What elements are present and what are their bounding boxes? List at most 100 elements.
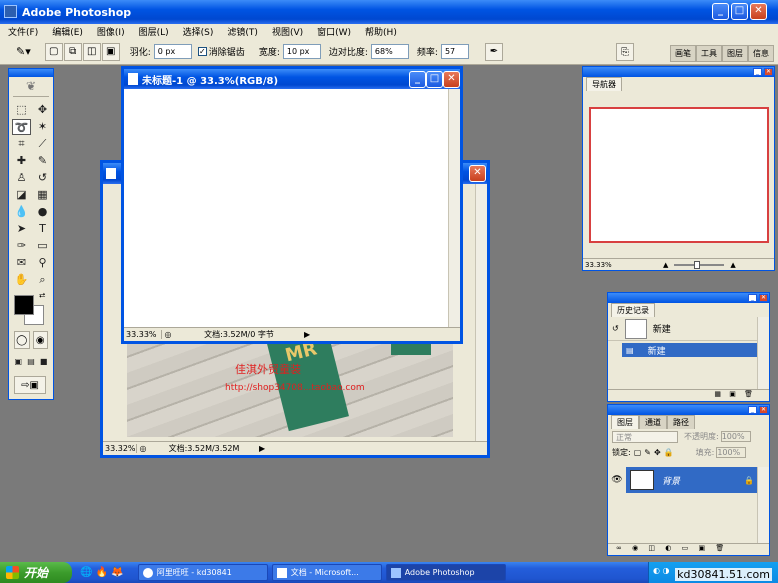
restore-button[interactable]: □ xyxy=(731,3,748,20)
subtract-selection-icon[interactable]: ◫ xyxy=(82,42,101,61)
notes-tool-icon[interactable]: ✉ xyxy=(12,255,31,271)
healing-brush-tool-icon[interactable]: ✚ xyxy=(12,153,31,169)
toolbox-header[interactable] xyxy=(9,69,53,77)
swap-colors-icon[interactable]: ⮂ xyxy=(39,291,45,301)
layer-visibility-eye-icon[interactable]: 👁 xyxy=(608,467,626,493)
history-brush-tool-icon[interactable]: ↺ xyxy=(33,170,52,186)
back-doc-close-button[interactable]: ✕ xyxy=(469,165,486,182)
lock-transparency-icon[interactable]: ▢ xyxy=(634,448,642,457)
file-browser-icon[interactable]: ⎘ xyxy=(616,43,634,61)
back-doc-zoom[interactable]: 33.32% xyxy=(103,444,137,453)
layers-panel-header[interactable]: _ ✕ xyxy=(608,405,769,415)
tray-icons[interactable]: ◐ ◑ xyxy=(653,566,670,575)
tab-layers[interactable]: 图层 xyxy=(611,415,639,429)
menu-file[interactable]: 文件(F) xyxy=(8,25,38,38)
navigator-preview[interactable] xyxy=(589,107,769,243)
layers-scrollbar[interactable] xyxy=(757,467,769,543)
path-selection-tool-icon[interactable]: ➤ xyxy=(12,221,31,237)
standard-mode-icon[interactable]: ◯ xyxy=(14,331,30,349)
back-doc-vertical-scrollbar[interactable] xyxy=(475,184,487,441)
front-doc-close-button[interactable]: ✕ xyxy=(443,71,460,88)
opacity-input[interactable]: 100% xyxy=(720,431,751,442)
brush-tool-icon[interactable]: ✎ xyxy=(33,153,52,169)
front-doc-title-bar[interactable]: 未标题-1 @ 33.3%(RGB/8) _ □ ✕ xyxy=(124,69,460,89)
layers-minimize-icon[interactable]: _ xyxy=(748,406,757,414)
history-scrollbar[interactable] xyxy=(757,317,769,389)
tab-history[interactable]: 历史记录 xyxy=(611,303,655,317)
zoom-tool-icon[interactable]: ⌕ xyxy=(33,272,52,288)
menu-layer[interactable]: 图层(L) xyxy=(139,25,169,38)
clone-stamp-tool-icon[interactable]: ♙ xyxy=(12,170,31,186)
menu-help[interactable]: 帮助(H) xyxy=(365,25,397,38)
zoom-out-icon[interactable]: ▲ xyxy=(663,261,668,269)
tool-preset-picker[interactable]: ✎▾ xyxy=(16,45,31,58)
gradient-tool-icon[interactable]: ▦ xyxy=(33,187,52,203)
well-tab-info[interactable]: 信息 xyxy=(748,45,774,62)
move-tool-icon[interactable]: ✥ xyxy=(33,102,52,118)
zoom-slider[interactable] xyxy=(674,260,725,269)
create-document-icon[interactable]: ▦ xyxy=(714,390,721,398)
menu-view[interactable]: 视图(V) xyxy=(272,25,303,38)
history-minimize-icon[interactable]: _ xyxy=(748,294,757,302)
close-button[interactable]: ✕ xyxy=(750,3,767,20)
front-doc-minimize-button[interactable]: _ xyxy=(409,71,426,88)
screen-mode-standard-icon[interactable]: ▣ xyxy=(13,354,24,370)
shape-tool-icon[interactable]: ▭ xyxy=(33,238,52,254)
magnetic-lasso-tool-icon[interactable]: ➰ xyxy=(12,119,31,135)
new-fill-layer-icon[interactable]: ◐ xyxy=(665,544,671,552)
history-panel-header[interactable]: _ ✕ xyxy=(608,293,769,303)
start-button[interactable]: 开始 xyxy=(0,562,72,583)
lock-position-icon[interactable]: ✥ xyxy=(654,448,661,457)
delete-layer-icon[interactable]: 🗑 xyxy=(715,544,724,552)
contrast-input[interactable]: 68% xyxy=(370,44,409,59)
new-snapshot-icon[interactable]: ▣ xyxy=(729,390,736,398)
task-photoshop[interactable]: Adobe Photoshop xyxy=(385,564,506,581)
foreground-color-swatch[interactable] xyxy=(14,295,34,315)
magic-wand-tool-icon[interactable]: ✶ xyxy=(33,119,52,135)
menu-image[interactable]: 图像(I) xyxy=(97,25,125,38)
new-group-icon[interactable]: ▭ xyxy=(682,544,689,552)
eyedropper-tool-icon[interactable]: ⚲ xyxy=(33,255,52,271)
layer-style-icon[interactable]: ◉ xyxy=(632,544,638,552)
history-state-row[interactable]: ▤ 新建 xyxy=(622,343,758,357)
front-doc-vertical-scrollbar[interactable] xyxy=(448,89,460,327)
menu-select[interactable]: 选择(S) xyxy=(183,25,214,38)
stylus-pressure-icon[interactable]: ✒ xyxy=(484,42,503,61)
navigator-close-icon[interactable]: ✕ xyxy=(764,68,773,76)
task-word-document[interactable]: 文档 - Microsoft... xyxy=(271,564,382,581)
front-doc-status-icon[interactable]: ◎ xyxy=(162,330,174,339)
type-tool-icon[interactable]: T xyxy=(33,221,52,237)
back-doc-status-menu-arrow[interactable]: ▶ xyxy=(259,444,265,453)
lock-pixels-icon[interactable]: ✎ xyxy=(644,448,651,457)
fill-input[interactable]: 100% xyxy=(716,446,747,458)
menu-edit[interactable]: 编辑(E) xyxy=(52,25,83,38)
zoom-in-icon[interactable]: ▲ xyxy=(730,261,735,269)
link-layers-icon[interactable]: ∞ xyxy=(616,544,622,552)
navigator-minimize-icon[interactable]: _ xyxy=(753,68,762,76)
antialias-checkbox[interactable]: ✓ xyxy=(197,47,207,56)
quick-mask-icon[interactable]: ◉ xyxy=(32,331,48,349)
history-brush-source-icon[interactable]: ↺ xyxy=(612,324,619,333)
layers-close-icon[interactable]: ✕ xyxy=(759,406,768,414)
task-aliwangwang[interactable]: 阿里旺旺 - kd30841 xyxy=(137,564,268,581)
navigator-zoom-value[interactable]: 33.33% xyxy=(583,261,623,269)
front-doc-zoom[interactable]: 33.33% xyxy=(124,330,162,339)
well-tab-brushes[interactable]: 画笔 xyxy=(670,45,696,62)
new-layer-icon[interactable]: ▣ xyxy=(698,544,705,552)
adobe-feather-logo[interactable]: ❦ xyxy=(13,79,49,97)
menu-window[interactable]: 窗口(W) xyxy=(317,25,351,38)
quick-launch-icons[interactable]: 🌐 🔥 🦊 xyxy=(80,567,124,578)
intersect-selection-icon[interactable]: ▣ xyxy=(101,42,120,61)
back-doc-status-icon[interactable]: ◎ xyxy=(137,444,149,453)
front-doc-status-menu-arrow[interactable]: ▶ xyxy=(304,330,310,339)
new-selection-icon[interactable]: ▢ xyxy=(44,42,63,61)
tab-navigator[interactable]: 导航器 xyxy=(586,77,622,91)
lock-all-icon[interactable]: 🔒 xyxy=(664,448,674,457)
minimize-button[interactable]: _ xyxy=(712,3,729,20)
history-snapshot-row[interactable]: ↺ 新建 xyxy=(608,317,758,341)
screen-mode-menu-icon[interactable]: ▤ xyxy=(26,354,37,370)
delete-state-icon[interactable]: 🗑 xyxy=(744,390,753,398)
history-close-icon[interactable]: ✕ xyxy=(759,294,768,302)
back-canvas-image[interactable]: MR 佳淇外贸童装 http://shop34708...taobao.com xyxy=(127,341,453,437)
screen-mode-full-icon[interactable]: ■ xyxy=(38,354,49,370)
